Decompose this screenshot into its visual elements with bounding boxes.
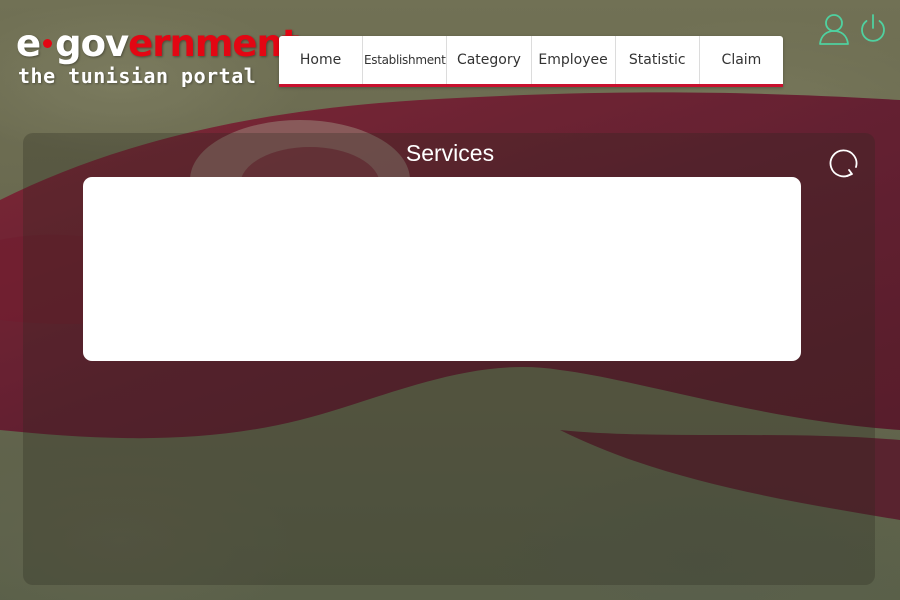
user-icon[interactable] — [818, 12, 850, 46]
nav-establishment[interactable]: Establishment — [363, 36, 448, 84]
services-content-box — [83, 177, 801, 361]
refresh-icon[interactable] — [829, 143, 863, 179]
nav-statistic[interactable]: Statistic — [616, 36, 700, 84]
nav-category[interactable]: Category — [447, 36, 532, 84]
logo-ernment: ernment — [128, 22, 299, 65]
nav-employee[interactable]: Employee — [532, 36, 616, 84]
nav-home[interactable]: Home — [279, 36, 364, 84]
main-nav: Home Establishment Category Employee Sta… — [279, 36, 783, 87]
logo-wordmark: e government — [16, 22, 300, 65]
logo-gov: gov — [55, 22, 129, 65]
power-icon[interactable] — [857, 12, 889, 46]
logo-tagline: the tunisian portal — [18, 64, 257, 88]
panel-title: Services — [405, 140, 495, 166]
nav-claim[interactable]: Claim — [700, 36, 783, 84]
egovernment-logo[interactable]: e government the tunisian portal — [16, 22, 300, 89]
logo-e: e — [16, 22, 41, 65]
logo-dot — [43, 39, 53, 48]
